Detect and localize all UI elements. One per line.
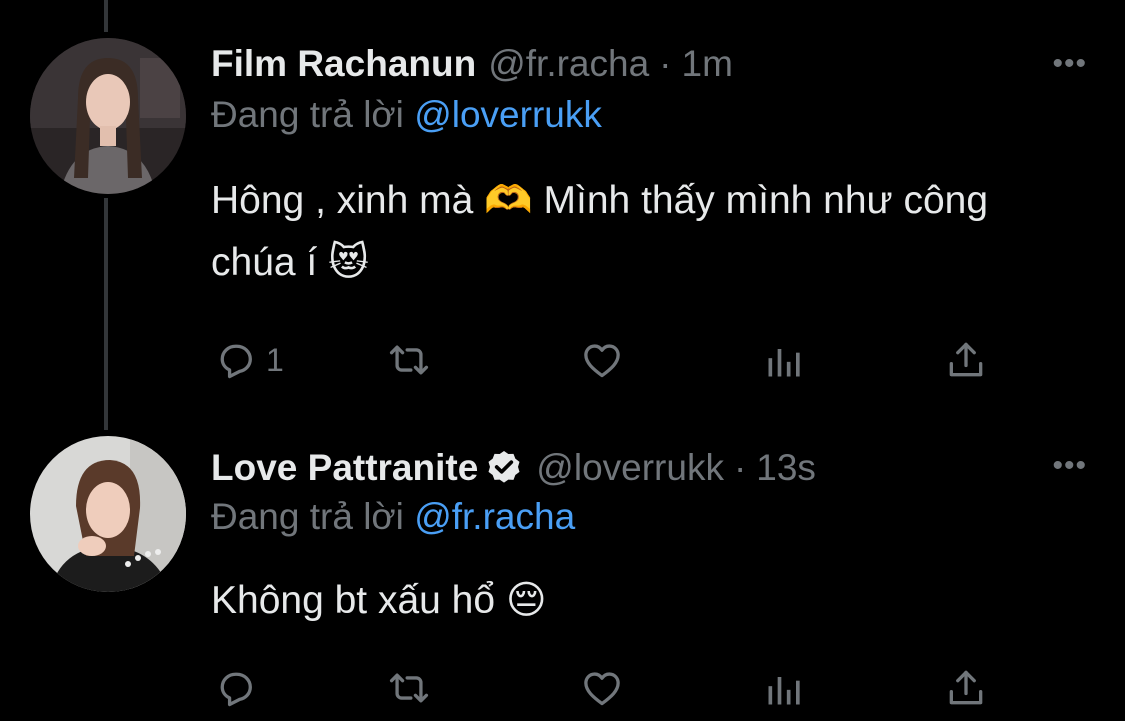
tweet-text: Không bt xấu hổ 😔	[211, 570, 1091, 632]
tweet-actions: 1	[0, 338, 1125, 388]
tweet-text-line: Không bt xấu hổ 😔	[211, 579, 547, 622]
analytics-icon	[768, 349, 800, 377]
analytics-button[interactable]	[763, 666, 807, 710]
separator-dot: ·	[733, 447, 747, 488]
share-icon	[949, 342, 983, 377]
analytics-button[interactable]	[763, 338, 807, 382]
replying-to: Đang trả lời @fr.racha	[211, 496, 575, 538]
retweet-button[interactable]	[387, 666, 431, 710]
like-button[interactable]	[580, 338, 624, 382]
timestamp[interactable]: 1m	[682, 43, 733, 85]
reply-icon	[220, 672, 252, 707]
reply-button[interactable]: 1	[214, 338, 284, 382]
verified-badge-icon	[484, 448, 524, 488]
avatar[interactable]	[30, 38, 186, 194]
tweet-header: Love Pattranite @loverrukk · 13s	[211, 442, 816, 494]
tweet[interactable]: Love Pattranite @loverrukk · 13s ••• Đan…	[0, 420, 1125, 721]
tweet-text: Hông , xinh mà 🫶 Mình thấy mình như công…	[211, 170, 1091, 294]
retweet-button[interactable]	[387, 338, 431, 382]
more-icon[interactable]: •••	[1052, 451, 1087, 481]
retweet-icon	[389, 673, 429, 703]
tweet-header: Film Rachanun @fr.racha · 1m	[211, 38, 733, 90]
like-button[interactable]	[580, 666, 624, 710]
replying-to-mention[interactable]: @loverrukk	[414, 94, 602, 135]
like-icon	[584, 344, 620, 378]
share-icon	[949, 670, 983, 705]
reply-icon	[220, 344, 252, 379]
tweet-actions	[0, 666, 1125, 716]
analytics-icon	[768, 677, 800, 705]
tweet-text-line: chúa í 😻	[211, 241, 369, 284]
display-name[interactable]: Film Rachanun	[211, 43, 476, 85]
tweet-text-line: Hông , xinh mà 🫶 Mình thấy mình như công	[211, 179, 989, 222]
replying-to-label: Đang trả lời	[211, 94, 404, 135]
timestamp[interactable]: 13s	[756, 447, 816, 489]
share-button[interactable]	[944, 666, 988, 710]
more-icon[interactable]: •••	[1052, 49, 1087, 79]
reply-button[interactable]	[214, 666, 266, 710]
replying-to-mention[interactable]: @fr.racha	[414, 496, 575, 537]
reply-count: 1	[266, 341, 284, 378]
username[interactable]: @loverrukk	[536, 447, 724, 489]
separator-dot: ·	[659, 43, 672, 84]
like-icon	[584, 672, 620, 706]
tweet[interactable]: Film Rachanun @fr.racha · 1m ••• Đang tr…	[0, 0, 1125, 420]
share-button[interactable]	[944, 338, 988, 382]
replying-to-label: Đang trả lời	[211, 496, 404, 537]
display-name[interactable]: Love Pattranite	[211, 447, 478, 489]
avatar[interactable]	[30, 436, 186, 592]
username[interactable]: @fr.racha	[488, 43, 649, 85]
retweet-icon	[389, 345, 429, 375]
replying-to: Đang trả lời @loverrukk	[211, 94, 602, 136]
